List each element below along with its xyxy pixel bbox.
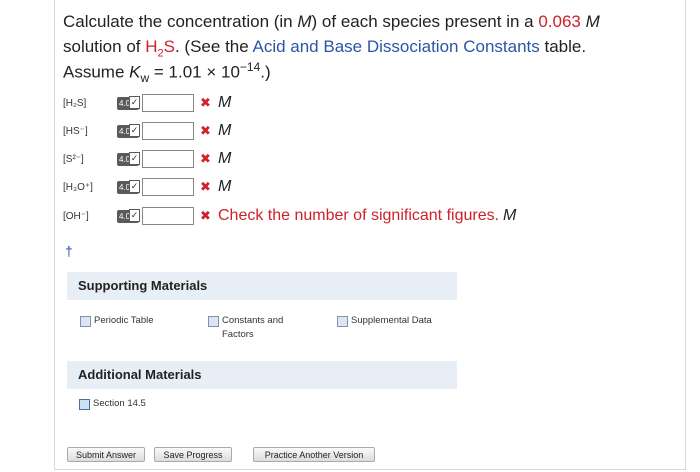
check-icon: ✓ — [129, 123, 140, 137]
q-unit: M — [297, 12, 312, 31]
dagger-link[interactable]: † — [65, 243, 73, 259]
answer-row: [HS⁻] 4.0 ✓ ✖ M — [63, 120, 231, 142]
species-label: [S²⁻] — [63, 153, 84, 165]
practice-another-version-button[interactable]: Practice Another Version — [253, 447, 375, 462]
answer-input[interactable] — [142, 178, 194, 196]
unit-label: M — [218, 178, 232, 195]
answer-row: [S²⁻] 4.0 ✓ ✖ M — [63, 148, 231, 170]
answer-input[interactable] — [142, 150, 194, 168]
formula: H2S — [145, 37, 175, 60]
ebook-icon — [79, 399, 90, 410]
sig-fig-badge[interactable]: 4.0 ✓ — [117, 179, 140, 194]
supporting-materials-title: Supporting Materials — [78, 278, 208, 293]
additional-materials-title: Additional Materials — [78, 367, 202, 382]
question-text: Calculate the concentration (in M) of ea… — [63, 9, 683, 66]
q-text: solution of — [63, 37, 146, 56]
concentration-value: 0.063 — [538, 12, 581, 31]
incorrect-icon: ✖ — [200, 123, 211, 138]
periodic-table-link[interactable]: Periodic Table — [80, 314, 154, 328]
species-label: [HS⁻] — [63, 125, 88, 137]
unit-label: M — [503, 207, 517, 224]
unit-label: M — [218, 94, 232, 111]
incorrect-icon: ✖ — [200, 151, 211, 166]
incorrect-icon: ✖ — [200, 208, 211, 223]
answer-row: [H₃O⁺] 4.0 ✓ ✖ M — [63, 176, 231, 198]
incorrect-icon: ✖ — [200, 95, 211, 110]
book-icon — [337, 316, 348, 327]
unit-label: M — [218, 122, 232, 139]
check-icon: ✓ — [129, 95, 140, 109]
species-label: [H₃O⁺] — [63, 181, 93, 193]
additional-materials-header: Additional Materials — [67, 361, 457, 389]
supporting-materials-header: Supporting Materials — [67, 272, 457, 300]
sig-fig-badge[interactable]: 4.0 ✓ — [117, 123, 140, 138]
assume-kw: Assume Kw = 1.01 × 10−14.) — [63, 60, 271, 86]
acid-base-table-link[interactable]: Acid and Base Dissociation Constants — [252, 37, 539, 56]
answer-input[interactable] — [142, 122, 194, 140]
sig-fig-badge[interactable]: 4.0 ✓ — [117, 151, 140, 166]
save-progress-button[interactable]: Save Progress — [154, 447, 232, 462]
sig-fig-badge[interactable]: 4.0 ✓ — [117, 208, 140, 223]
book-icon — [80, 316, 91, 327]
q-text: . (See the — [174, 37, 253, 56]
check-icon: ✓ — [129, 208, 140, 222]
feedback-message: Check the number of significant figures. — [218, 207, 500, 224]
q-unit: M — [580, 12, 600, 31]
book-icon — [208, 316, 219, 327]
q-text: ) of each species present in a — [311, 12, 539, 31]
constants-factors-link[interactable]: Constants and Factors — [208, 314, 300, 342]
species-label: [OH⁻] — [63, 210, 89, 222]
unit-label: M — [218, 150, 232, 167]
answer-row: [H₂S] 4.0 ✓ ✖ M — [63, 92, 231, 114]
q-text: table. — [539, 37, 587, 56]
supplemental-data-link[interactable]: Supplemental Data — [337, 314, 432, 328]
check-icon: ✓ — [129, 179, 140, 193]
q-text: Calculate the concentration (in — [63, 12, 298, 31]
answer-row: [OH⁻] 4.0 ✓ ✖ Check the number of signifi… — [63, 205, 516, 227]
answer-input[interactable] — [142, 94, 194, 112]
incorrect-icon: ✖ — [200, 179, 211, 194]
answer-input[interactable] — [142, 207, 194, 225]
check-icon: ✓ — [129, 151, 140, 165]
section-link[interactable]: Section 14.5 — [79, 397, 146, 411]
species-label: [H₂S] — [63, 97, 87, 109]
submit-answer-button[interactable]: Submit Answer — [67, 447, 145, 462]
sig-fig-badge[interactable]: 4.0 ✓ — [117, 95, 140, 110]
